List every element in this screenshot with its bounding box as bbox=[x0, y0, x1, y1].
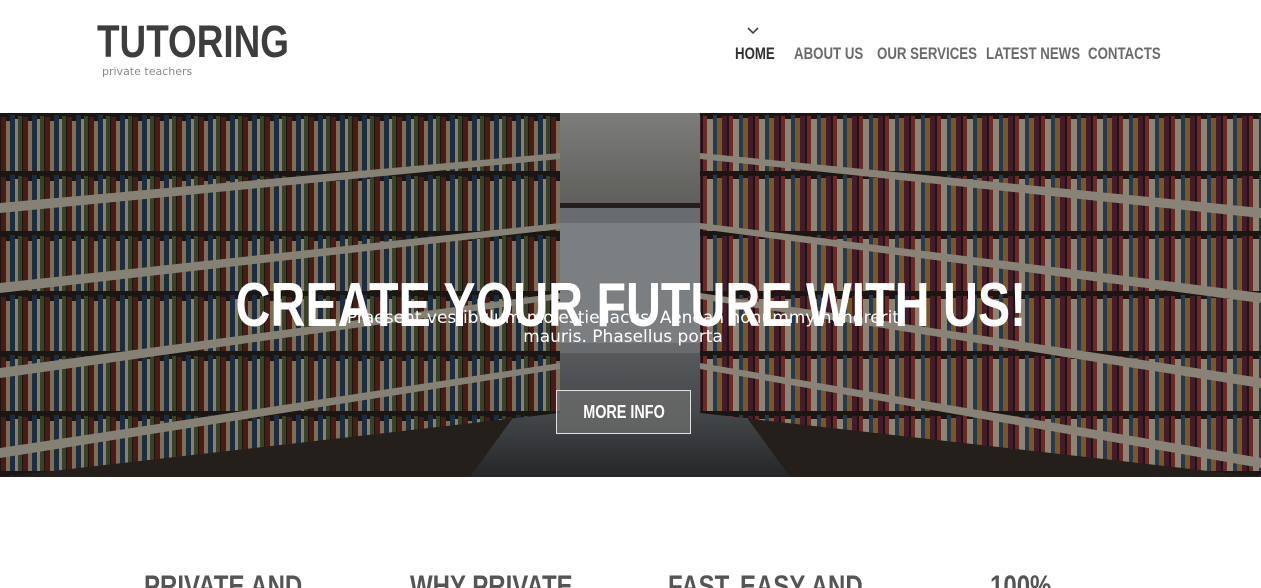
site-logo[interactable]: TUTORING private teachers bbox=[97, 16, 331, 79]
nav-item-contacts[interactable]: CONTACTS bbox=[1088, 44, 1161, 64]
feature-title-1: PRIVATE AND bbox=[144, 570, 303, 588]
logo-title: TUTORING bbox=[97, 16, 290, 67]
nav-item-latest-news[interactable]: LATEST NEWS bbox=[986, 44, 1080, 64]
features-section: PRIVATE AND WHY PRIVATE FAST, EASY AND 1… bbox=[0, 477, 1261, 588]
nav-item-our-services[interactable]: OUR SERVICES bbox=[877, 44, 977, 64]
hero-banner: CREATE YOUR FUTURE WITH US! Praesent ves… bbox=[0, 113, 1261, 477]
nav-item-about-us[interactable]: ABOUT US bbox=[794, 44, 863, 64]
nav-item-home[interactable]: HOME bbox=[735, 44, 775, 64]
feature-title-3: FAST, EASY AND bbox=[668, 570, 863, 588]
main-nav: HOME ABOUT US OUR SERVICES LATEST NEWS C… bbox=[722, 0, 1162, 113]
site-header: TUTORING private teachers HOME ABOUT US … bbox=[0, 0, 1261, 113]
hero-subtitle: Praesent vestibulum molestie lacus. Aene… bbox=[346, 308, 900, 347]
feature-title-4: 100% bbox=[990, 570, 1052, 588]
more-info-button[interactable]: MORE INFO bbox=[556, 390, 691, 434]
feature-title-2: WHY PRIVATE bbox=[410, 570, 573, 588]
chevron-down-icon bbox=[747, 27, 759, 35]
